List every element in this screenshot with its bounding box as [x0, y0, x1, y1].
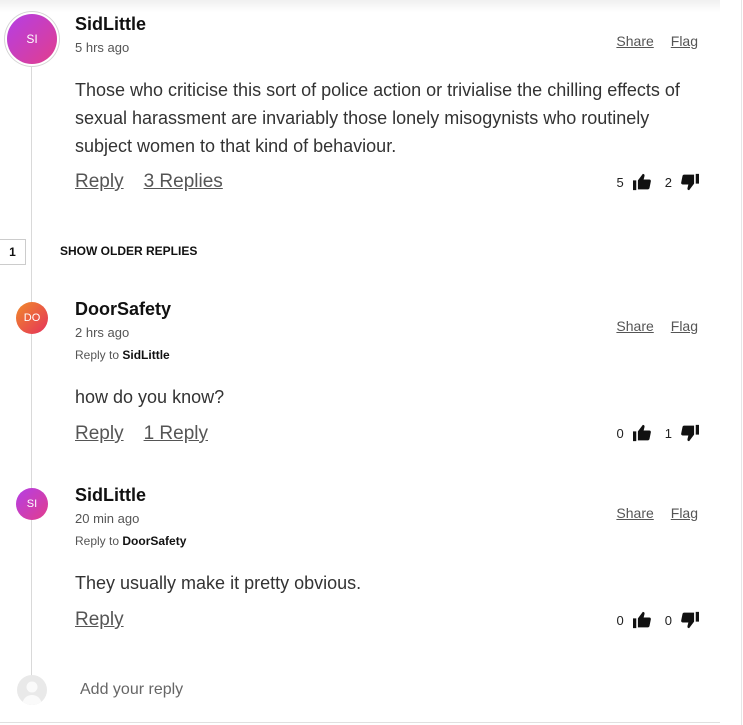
comment-time: 20 min ago	[75, 511, 140, 526]
comment-author[interactable]: SidLittle	[75, 485, 146, 506]
thumbs-down-icon[interactable]	[680, 173, 700, 191]
flag-link[interactable]: Flag	[671, 505, 698, 521]
thumbs-up-icon[interactable]	[632, 611, 652, 629]
add-reply-row: Add your reply	[17, 675, 617, 707]
vote-bar: 5 2	[617, 173, 700, 191]
thumbs-down-icon[interactable]	[680, 424, 700, 442]
comment-author[interactable]: DoorSafety	[75, 299, 171, 320]
reply-to: Reply to SidLittle	[75, 348, 170, 362]
comment-text: They usually make it pretty obvious.	[75, 573, 362, 593]
reply-to: Reply to DoorSafety	[75, 534, 186, 548]
downvote-count: 0	[664, 612, 672, 628]
bottom-border	[0, 722, 720, 723]
comment-time: 5 hrs ago	[75, 40, 130, 55]
avatar[interactable]: SI	[16, 488, 48, 520]
downvote-count: 1	[664, 425, 672, 441]
show-older-replies-button[interactable]: SHOW OLDER REPLIES	[60, 244, 197, 258]
comment-text: Those who criticise this sort of police …	[75, 80, 680, 156]
comment-actions: Share Flag	[599, 318, 698, 334]
comment: SI SidLittle 20 min ago Reply to DoorSaf…	[0, 477, 720, 647]
vote-bar: 0 1	[617, 424, 700, 442]
avatar[interactable]: DO	[16, 302, 48, 334]
reply-to-label: Reply to	[75, 534, 120, 548]
flag-link[interactable]: Flag	[671, 33, 698, 49]
right-border	[741, 0, 742, 725]
older-replies-count[interactable]: 1	[0, 239, 26, 265]
reply-link[interactable]: Reply	[75, 171, 124, 192]
thumbs-down-icon[interactable]	[680, 611, 700, 629]
comment-author[interactable]: SidLittle	[75, 14, 146, 35]
user-placeholder-icon	[17, 675, 47, 705]
share-link[interactable]: Share	[616, 33, 653, 49]
upvote-count: 0	[616, 612, 624, 628]
comment-actions: Share Flag	[599, 505, 698, 521]
vote-bar: 0 0	[617, 611, 700, 629]
reply-to-user[interactable]: SidLittle	[122, 348, 169, 362]
replies-link[interactable]: 3 Replies	[144, 171, 223, 192]
share-link[interactable]: Share	[616, 505, 653, 521]
thumbs-up-icon[interactable]	[632, 424, 652, 442]
downvote-count: 2	[664, 174, 672, 190]
replies-link[interactable]: 1 Reply	[144, 423, 208, 444]
comment: DO DoorSafety 2 hrs ago Reply to SidLitt…	[0, 290, 720, 460]
avatar[interactable]: SI	[7, 14, 57, 64]
comment-actions: Share Flag	[599, 33, 698, 49]
comment-links: Reply	[75, 609, 144, 631]
reply-link[interactable]: Reply	[75, 609, 124, 630]
share-link[interactable]: Share	[616, 318, 653, 334]
comment-links: Reply 1 Reply	[75, 423, 228, 445]
comment-time: 2 hrs ago	[75, 325, 130, 340]
add-reply-input[interactable]: Add your reply	[80, 681, 183, 699]
flag-link[interactable]: Flag	[671, 318, 698, 334]
thumbs-up-icon[interactable]	[632, 173, 652, 191]
upvote-count: 5	[616, 174, 624, 190]
reply-to-user[interactable]: DoorSafety	[122, 534, 186, 548]
reply-link[interactable]: Reply	[75, 423, 124, 444]
comment: SI SidLittle 5 hrs ago Share Flag Those w…	[0, 0, 720, 210]
comment-links: Reply 3 Replies	[75, 171, 243, 193]
comment-text: how do you know?	[75, 387, 225, 407]
reply-to-label: Reply to	[75, 348, 120, 362]
upvote-count: 0	[616, 425, 624, 441]
